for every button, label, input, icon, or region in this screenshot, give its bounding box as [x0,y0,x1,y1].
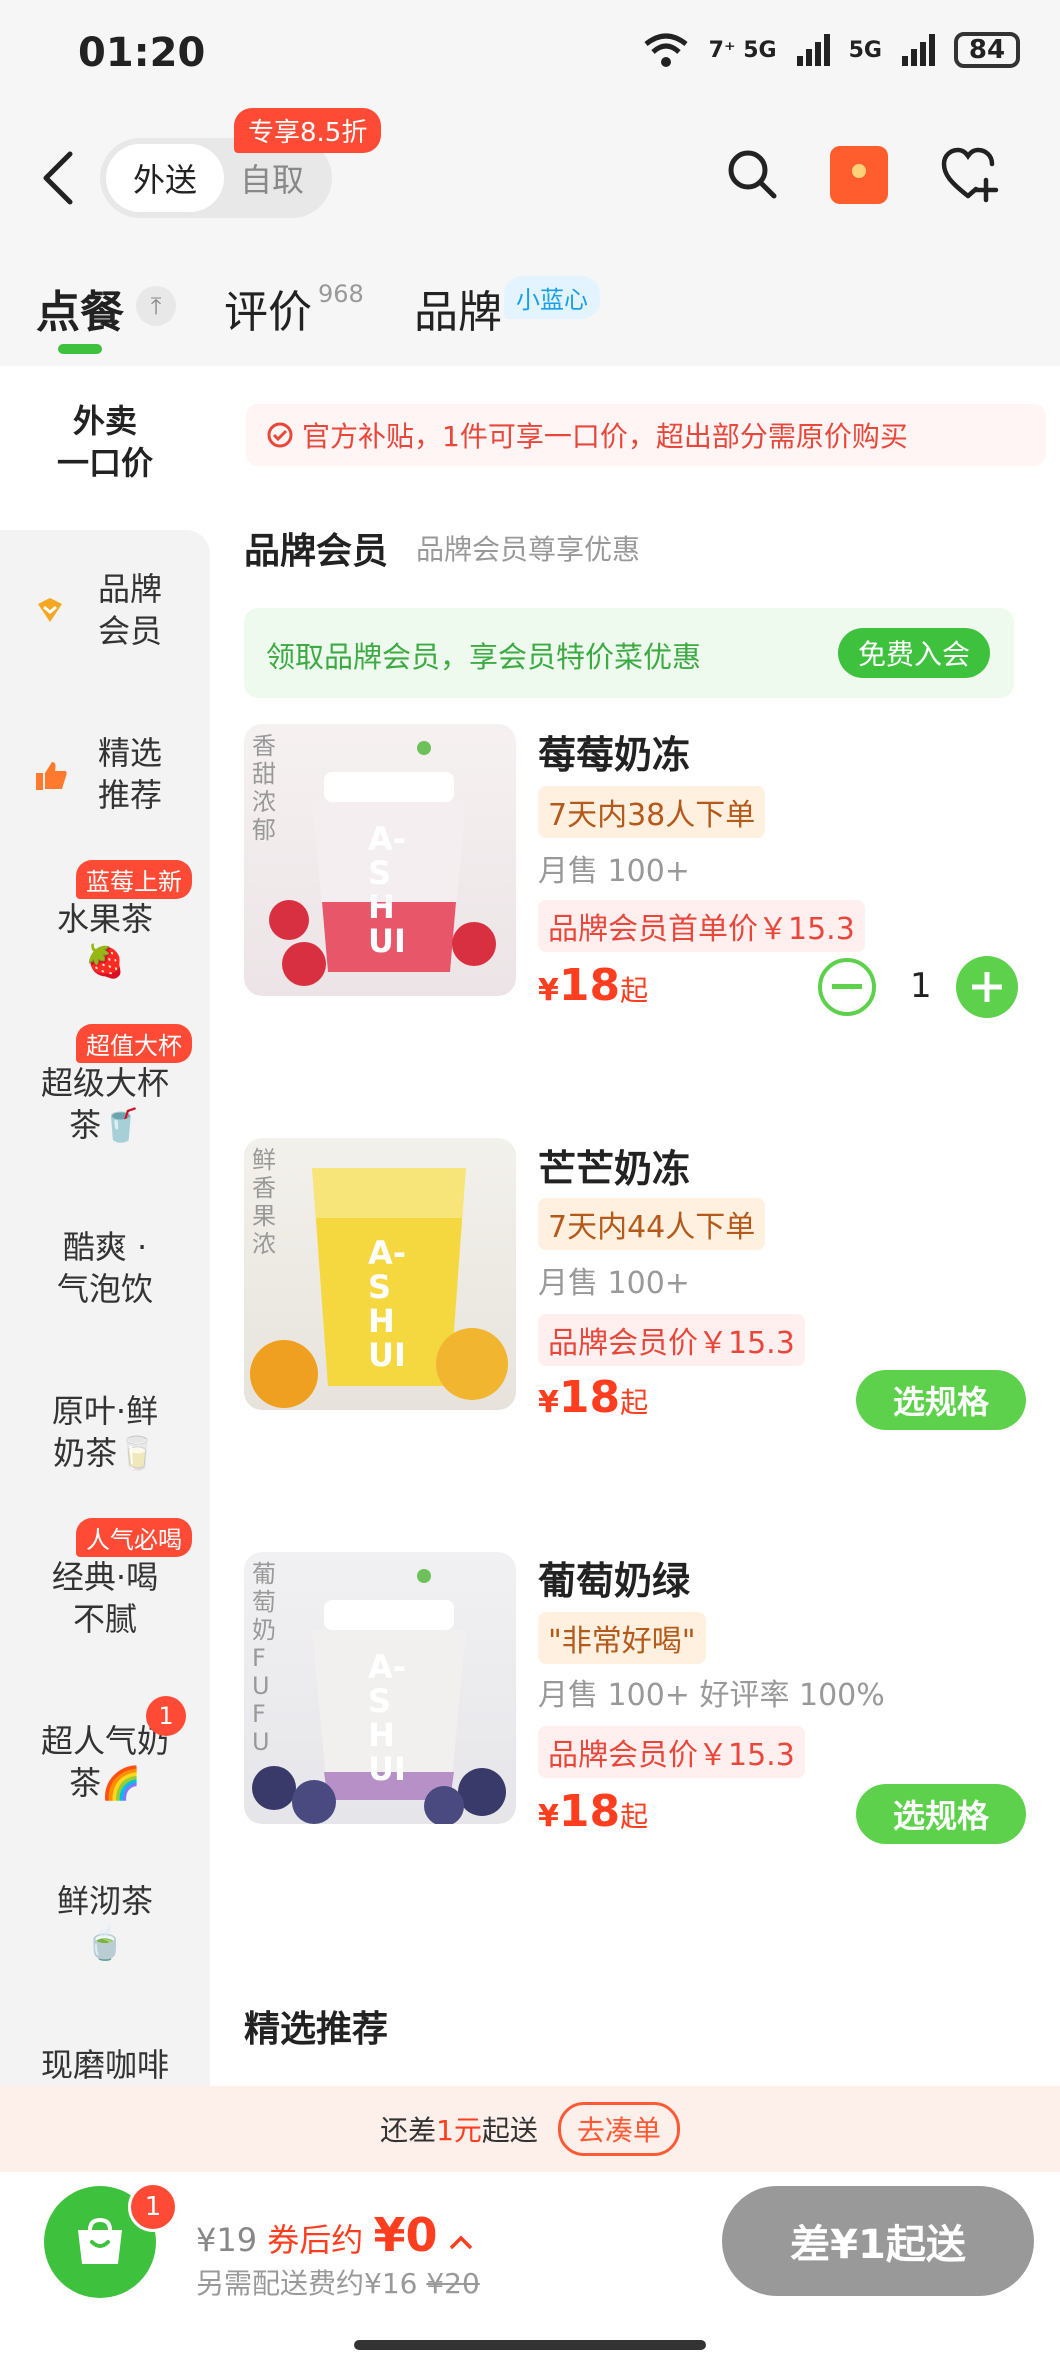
gap-amount: 1元 [436,2114,482,2147]
product-name[interactable]: 芒芒奶冻 [538,1138,690,1193]
select-spec-button[interactable]: 选规格 [856,1370,1026,1430]
cart-count-badge: 1 [128,2182,178,2232]
status-indicators: 7⁺ 5G 5G 84 [641,30,1020,70]
product-member-price: 品牌会员首单价￥15.3 [538,900,865,952]
subsidy-text: 官方补贴，1件可享一口价，超出部分需原价购买 [302,420,908,453]
min-order-bar: 还差 1元 起送 去凑单 [0,2086,1060,2172]
cart-price-summary[interactable]: ¥19 券后约 ¥0 [196,2208,474,2262]
network-label-2: 5G [848,37,882,63]
sidebar-item-coffee[interactable]: 现磨咖啡 [0,2044,210,2086]
product-image[interactable]: 葡萄奶FUFU A-SHUI [244,1552,516,1824]
sidebar-item-label: 精选 推荐 [97,734,162,814]
join-member-button[interactable]: 免费入会 [837,628,990,678]
thumbs-up-icon [36,762,67,790]
tab-active-indicator [58,344,102,354]
mode-delivery[interactable]: 外送 [106,144,224,212]
member-join-bar[interactable]: 领取品牌会员，享会员特价菜优惠 免费入会 [244,608,1014,698]
brand-tag: 小蓝心 [504,276,600,319]
status-time: 01:20 [78,30,206,76]
search-icon[interactable] [724,146,780,202]
product-monthly-sales: 月售 100+ [538,854,690,889]
sidebar-item-flat-price[interactable]: 外卖 一口价 [0,400,210,484]
product-image[interactable]: 香甜浓郁 A-SHUI [244,724,516,996]
quantity-increase-button[interactable] [956,956,1018,1018]
tab-order[interactable]: 点餐 [36,276,124,340]
select-spec-button[interactable]: 选规格 [856,1784,1026,1844]
gap-suffix: 起送 [481,2114,538,2147]
product-price: ¥18起 [538,960,649,1011]
member-join-text: 领取品牌会员，享会员特价菜优惠 [266,640,702,674]
product-image-text: 鲜香果浓 [252,1146,276,1258]
shopping-bag-icon [78,2217,122,2264]
quantity-decrease-button[interactable] [818,958,876,1016]
product-image[interactable]: 鲜香果浓 A-SHUI [244,1138,516,1410]
promo-badge: 专享8.5折 [234,108,382,153]
sidebar-item-label: 品牌 会员 [97,570,162,650]
product-order-tag: 7天内38人下单 [538,786,766,838]
product-member-price: 品牌会员价￥15.3 [538,1726,805,1778]
tab-reviews[interactable]: 评价 [224,276,312,340]
product-name[interactable]: 莓莓奶冻 [538,724,690,779]
subsidy-notice: 官方补贴，1件可享一口价，超出部分需原价购买 [246,404,1046,466]
product-cup-text: A-SHUI [368,1234,407,1374]
product-image-text: 葡萄奶FUFU [252,1560,276,1756]
sidebar-badge: 人气必喝 [76,1518,192,1557]
delivery-fee-original: ¥20 [426,2267,480,2300]
network-label: 7⁺ 5G [708,37,777,63]
product-price: ¥18起 [538,1786,649,1837]
signal-icon [796,34,830,66]
pin-top-icon[interactable]: ⤒ [136,286,176,326]
sidebar-item-large-cup[interactable]: 超级大杯 茶🥤 [0,1062,210,1146]
sidebar-item-classic[interactable]: 经典·喝 不腻 [0,1556,210,1640]
gap-prefix: 还差 [380,2114,437,2147]
sidebar-badge: 蓝莓上新 [76,860,192,899]
sidebar-item-milk-tea[interactable]: 原叶·鲜 奶茶🥛 [0,1390,210,1474]
cart-total: ¥19 [196,2221,258,2259]
product-review-tag: "非常好喝" [538,1612,706,1664]
back-arrow-icon[interactable] [36,150,84,206]
signal-icon [902,34,935,66]
home-indicator[interactable] [354,2340,706,2350]
product-image-text: 香甜浓郁 [252,732,276,844]
section-title-member: 品牌会员 [244,531,389,572]
product-name[interactable]: 葡萄奶绿 [538,1550,690,1605]
check-circle-icon [267,422,293,448]
sidebar-item-fruit-tea[interactable]: 水果茶 🍓 [0,898,210,982]
chevron-up-icon [449,2235,472,2250]
product-cup-text: A-SHUI [368,1648,407,1788]
review-count: 968 [318,280,364,308]
checkout-button[interactable]: 差¥1起送 [722,2186,1034,2296]
wifi-icon [644,33,688,67]
favorite-add-icon[interactable] [940,146,1000,204]
sidebar-count-badge: 1 [146,1696,186,1736]
delivery-fee: 另需配送费约¥16 ¥20 [196,2262,480,2302]
product-cup-text: A-SHUI [368,820,407,960]
product-member-price: 品牌会员价￥15.3 [538,1314,805,1366]
minus-icon [832,984,862,989]
product-monthly-sales: 月售 100+ 好评率 100% [538,1678,885,1713]
add-items-button[interactable]: 去凑单 [557,2102,680,2156]
after-coupon-label: 券后约 [267,2221,364,2259]
delivery-fee-text: 另需配送费约¥16 [196,2267,418,2300]
product-monthly-sales: 月售 100+ [538,1266,690,1301]
plus-icon [972,972,1002,1002]
sidebar-badge: 超值大杯 [76,1024,192,1063]
section-subtitle-member: 品牌会员尊享优惠 [416,533,641,566]
red-packet-icon[interactable] [830,146,888,204]
sidebar-item-popular[interactable]: 超人气奶 茶🌈 [0,1720,210,1804]
tab-brand[interactable]: 品牌 [414,276,502,340]
member-diamond-icon [38,598,62,622]
product-order-tag: 7天内44人下单 [538,1198,766,1250]
after-coupon-value: ¥0 [373,2208,438,2262]
battery-indicator: 84 [954,32,1020,68]
product-price: ¥18起 [538,1372,649,1423]
quantity-value: 1 [910,966,932,1006]
sidebar-item-fresh-tea[interactable]: 鲜沏茶 🍵 [0,1880,210,1964]
sidebar-item-sparkling[interactable]: 酷爽 · 气泡饮 [0,1226,210,1310]
section-title-recommend: 精选推荐 [244,2009,389,2050]
